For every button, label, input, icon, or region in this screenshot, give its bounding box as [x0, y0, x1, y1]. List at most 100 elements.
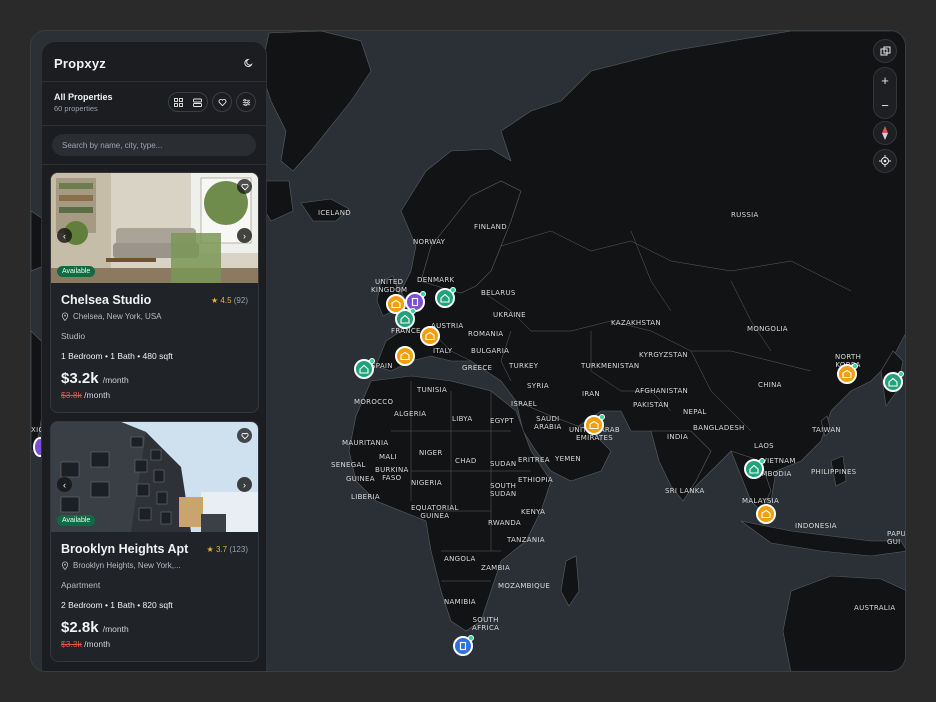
label-papua: PAPU GUI — [887, 530, 906, 546]
locate-button[interactable] — [873, 149, 897, 173]
rating: ★ 3.7 (123) — [207, 545, 248, 554]
label-malaysia: MALAYSIA — [742, 497, 780, 505]
label-bulgaria: BULGARIA — [471, 347, 510, 355]
next-photo-button[interactable]: › — [237, 477, 252, 492]
label-spain: SPAIN — [371, 362, 393, 370]
label-eritrea: ERITREA — [518, 456, 550, 464]
label-pakistan: PAKISTAN — [633, 401, 669, 409]
map-pin-orange[interactable] — [584, 414, 605, 435]
list-icon — [193, 98, 202, 107]
prev-photo-button[interactable]: ‹ — [57, 477, 72, 492]
property-photo[interactable]: ‹ › Available — [51, 173, 258, 283]
locate-icon — [879, 155, 891, 167]
filters-button[interactable] — [236, 92, 256, 112]
property-card[interactable]: ‹ › Available Brooklyn Heights Apt ★ 3.7… — [50, 421, 259, 662]
label-philippines: PHILIPPINES — [811, 468, 857, 476]
label-yemen: YEMEN — [555, 455, 581, 463]
heart-icon — [240, 183, 249, 190]
prev-photo-button[interactable]: ‹ — [57, 228, 72, 243]
favorite-button[interactable] — [237, 428, 252, 443]
label-nepal: NEPAL — [683, 408, 707, 416]
sidebar-header: Propxyz — [42, 42, 266, 82]
label-romania: ROMANIA — [468, 330, 504, 338]
label-tanzania: TANZANIA — [507, 536, 545, 544]
location-text: Brooklyn Heights, New York,... — [73, 561, 181, 570]
app-frame: ICELAND NORWAY FINLAND RUSSIA UNITED KIN… — [30, 30, 906, 672]
old-price-value: $3.8k — [61, 390, 82, 400]
label-rwanda: RWANDA — [488, 519, 521, 527]
label-equatorial-guinea: EQUATORIAL GUINEA — [411, 504, 459, 520]
label-nigeria: NIGERIA — [411, 479, 442, 487]
map-pin-green[interactable] — [883, 371, 904, 392]
map-pin-orange[interactable] — [395, 346, 415, 366]
label-egypt: EGYPT — [490, 417, 514, 425]
location-text: Chelsea, New York, USA — [73, 312, 162, 321]
property-photo[interactable]: ‹ › Available — [51, 422, 258, 532]
zoom-in-button[interactable]: + — [873, 68, 897, 93]
label-ethiopia: ETHIOPIA — [518, 476, 554, 484]
map-pin-blue[interactable] — [453, 635, 474, 656]
label-burkina-faso: BURKINA FASO — [375, 466, 409, 482]
label-zambia: ZAMBIA — [481, 564, 511, 572]
old-price: $3.3k /month — [61, 639, 248, 649]
property-location: Brooklyn Heights, New York,... — [61, 561, 248, 570]
label-italy: ITALY — [433, 347, 453, 355]
favorite-button[interactable] — [237, 179, 252, 194]
label-iran: IRAN — [582, 390, 600, 398]
list-view-button[interactable] — [188, 93, 207, 111]
property-type: Apartment — [61, 580, 101, 590]
map-pin-orange[interactable] — [837, 363, 858, 384]
label-ukraine: UKRAINE — [493, 311, 526, 319]
favorites-button[interactable] — [212, 92, 232, 112]
property-card[interactable]: ‹ › Available Chelsea Studio ★ 4.5 (92) … — [50, 172, 259, 413]
rating-value: 4.5 — [220, 295, 232, 305]
next-photo-button[interactable]: › — [237, 228, 252, 243]
price-value: $2.8k — [61, 619, 99, 636]
label-india: INDIA — [667, 433, 689, 441]
map-pin-green[interactable] — [744, 458, 765, 479]
label-libya: LIBYA — [452, 415, 473, 423]
label-taiwan: TAIWAN — [812, 426, 841, 434]
property-sidebar: Propxyz All Properties 60 properties Sea… — [41, 41, 267, 671]
label-belarus: BELARUS — [481, 289, 516, 297]
property-type: Studio — [61, 331, 86, 341]
star-icon: ★ — [206, 544, 214, 554]
status-badge: Available — [57, 266, 96, 277]
rating-value: 3.7 — [215, 544, 228, 554]
label-angola: ANGOLA — [444, 555, 476, 563]
old-price-unit: /month — [84, 639, 111, 649]
zoom-out-button[interactable]: − — [873, 93, 897, 118]
label-mongolia: MONGOLIA — [747, 325, 788, 333]
location-pin-icon — [61, 312, 69, 321]
compass-button[interactable] — [873, 121, 897, 145]
theme-toggle-icon[interactable] — [244, 58, 254, 68]
layers-button[interactable] — [873, 39, 897, 63]
search-bar — [42, 126, 266, 165]
grid-icon — [174, 97, 183, 107]
property-title: Brooklyn Heights Apt — [61, 542, 189, 556]
label-iceland: ICELAND — [318, 209, 351, 217]
grid-view-button[interactable] — [169, 93, 188, 111]
map-pin-orange[interactable] — [756, 504, 776, 524]
label-morocco: MOROCCO — [354, 398, 394, 406]
label-denmark: DENMARK — [417, 276, 455, 284]
map-pin-orange[interactable] — [420, 326, 440, 346]
label-greece: GREECE — [462, 364, 493, 372]
rating: ★ 4.5 (92) — [211, 296, 248, 305]
label-kyrgyzstan: KYRGYZSTAN — [639, 351, 688, 359]
price-unit: /month — [102, 375, 129, 385]
label-namibia: NAMIBIA — [444, 598, 476, 606]
search-input[interactable] — [52, 134, 256, 156]
label-saudi-arabia: SAUDI ARABIA — [534, 415, 562, 431]
label-mali: MALI — [379, 453, 397, 461]
label-south-sudan: SOUTH SUDAN — [490, 482, 517, 498]
label-russia: RUSSIA — [731, 211, 759, 219]
chevron-left-icon: ‹ — [63, 479, 66, 490]
map-pin-green[interactable] — [435, 287, 456, 308]
map-pin-green[interactable] — [395, 308, 416, 329]
label-afghanistan: AFGHANISTAN — [635, 387, 689, 395]
label-vietnam: VIETNAM — [762, 457, 796, 465]
list-title: All Properties — [54, 92, 113, 102]
map-pin-green[interactable] — [354, 358, 375, 379]
label-bangladesh: BANGLADESH — [693, 424, 745, 432]
